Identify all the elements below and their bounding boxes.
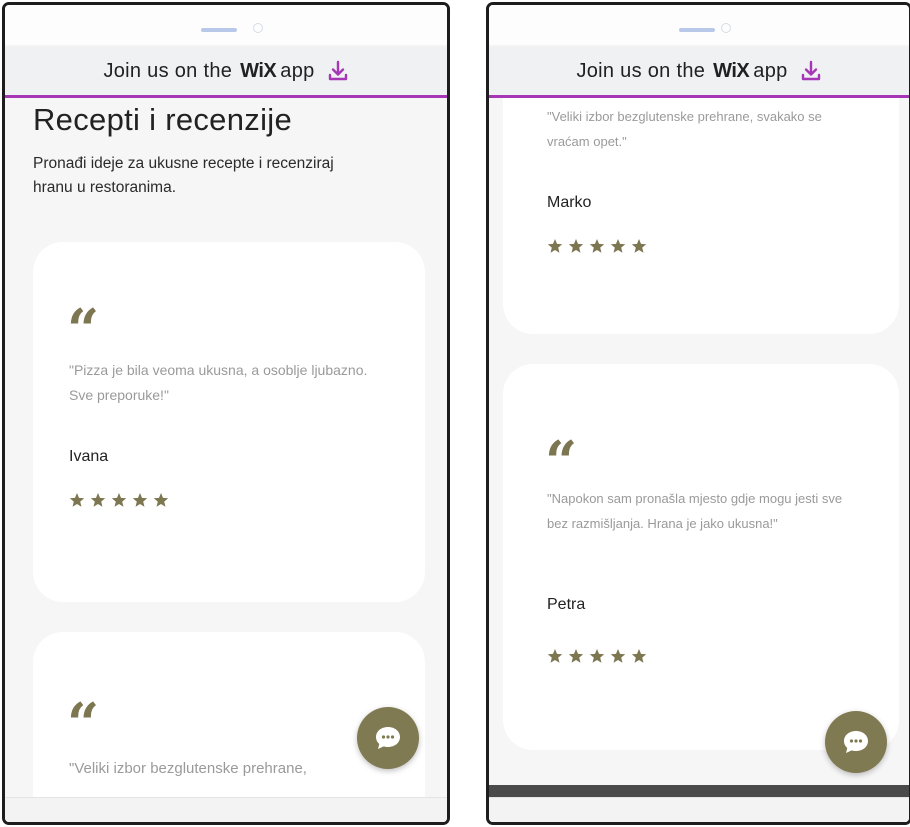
camera-dot (721, 23, 731, 33)
review-author: Ivana (69, 448, 109, 465)
star-icon (568, 649, 584, 663)
speaker-bar (679, 28, 715, 32)
status-area (5, 5, 447, 45)
quote-mark-icon: “ (67, 297, 99, 363)
chat-button[interactable] (357, 707, 419, 769)
star-icon (610, 649, 626, 663)
bottom-strip (489, 785, 909, 797)
download-icon[interactable] (327, 60, 349, 82)
wix-logo: WiX (240, 59, 277, 82)
star-rating (547, 648, 647, 664)
wix-app-banner[interactable]: Join us on the WiX app (5, 47, 447, 98)
phone-screen-right: Join us on the WiX app "Veliki izbor bez… (486, 2, 910, 825)
review-card: “ "Pizza je bila veoma ukusna, a osoblje… (33, 242, 425, 602)
chat-button[interactable] (825, 711, 887, 773)
bottom-bar (5, 797, 447, 822)
camera-dot (253, 23, 263, 33)
star-icon (132, 493, 148, 507)
quote-mark-icon: “ (545, 429, 577, 495)
star-icon (69, 493, 85, 507)
star-icon (547, 649, 563, 663)
star-rating (69, 492, 169, 508)
speaker-bar (201, 28, 237, 32)
star-icon (631, 239, 647, 253)
status-area (489, 5, 909, 45)
review-text: "Napokon sam pronašla mjesto gdje mogu j… (547, 491, 843, 531)
review-text: "Pizza je bila veoma ukusna, a osoblje l… (69, 362, 368, 403)
review-author: Petra (547, 596, 586, 613)
page-subtitle: Pronađi ideje za ukusne recepte i recenz… (33, 155, 334, 196)
review-author: Marko (547, 194, 592, 211)
banner-prefix: Join us on the (103, 59, 233, 82)
bottom-bar (489, 797, 909, 822)
review-card: “ "Napokon sam pronašla mjesto gdje mogu… (503, 364, 899, 750)
wix-logo: WiX (713, 59, 750, 82)
chat-icon (844, 731, 868, 753)
review-text: "Veliki izbor bezglutenske prehrane, (69, 760, 307, 777)
star-icon (589, 239, 605, 253)
star-icon (547, 239, 563, 253)
star-icon (153, 493, 169, 507)
star-icon (610, 239, 626, 253)
star-icon (111, 493, 127, 507)
wix-app-banner[interactable]: Join us on the WiX app (489, 47, 909, 98)
star-icon (90, 493, 106, 507)
star-icon (568, 239, 584, 253)
banner-suffix: app (753, 59, 788, 82)
star-icon (589, 649, 605, 663)
review-card: "Veliki izbor bezglutenske prehrane, sva… (503, 98, 899, 334)
star-rating (547, 238, 647, 254)
download-icon[interactable] (800, 60, 822, 82)
page-title: Recepti i recenzije (33, 102, 292, 137)
chat-icon (376, 727, 400, 749)
quote-mark-icon: “ (67, 691, 99, 757)
banner-prefix: Join us on the (576, 59, 706, 82)
review-text: "Veliki izbor bezglutenske prehrane, sva… (547, 109, 822, 149)
banner-suffix: app (280, 59, 315, 82)
phone-screen-left: Join us on the WiX app Recepti i recenzi… (2, 2, 450, 825)
star-icon (631, 649, 647, 663)
